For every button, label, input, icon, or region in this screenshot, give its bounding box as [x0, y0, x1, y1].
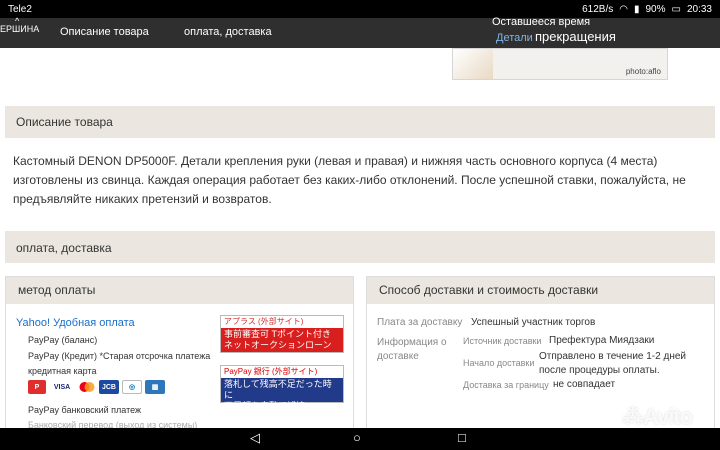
- wifi-icon: ◠: [619, 3, 628, 15]
- card-logos: P VISA JCB ◎ ▦: [28, 380, 165, 394]
- network-speed: 612B/s: [582, 3, 614, 15]
- shipping-fee-value: Успешный участник торгов: [471, 317, 596, 328]
- delivery-info-label: Информация о доставке: [377, 337, 447, 362]
- mastercard-icon: [78, 380, 96, 394]
- avito-logo-icon: ⁂: [622, 404, 644, 429]
- banner-line: ネットオークションローン: [224, 340, 332, 350]
- section-header-description: Описание товара: [5, 106, 715, 138]
- nav-item-payment-delivery[interactable]: оплата, доставка: [184, 26, 272, 38]
- jcb-card-icon: JCB: [99, 380, 119, 394]
- battery-icon: ▭: [671, 3, 681, 15]
- shipping-start-label: Начало доставки: [463, 358, 535, 368]
- avito-watermark-text: Avito: [643, 404, 693, 429]
- shipping-source-value: Префектура Миядзаки: [549, 335, 655, 346]
- amex-card-icon: ▦: [145, 380, 165, 394]
- photo-image: [453, 49, 493, 79]
- photo-brand: photo:aflo: [625, 67, 661, 76]
- shipping-start-value: Отправлено в течение 1-2 дней после проц…: [539, 351, 686, 376]
- back-icon[interactable]: ◁: [250, 430, 260, 446]
- banner-line: 落札して残高不足だった時に: [224, 379, 332, 400]
- banner-header: アプラス (外部サイト): [224, 317, 304, 326]
- diners-card-icon: ◎: [122, 380, 142, 394]
- yahoo-payment-link[interactable]: Yahoo! Удобная оплата: [16, 317, 135, 329]
- product-description: Кастомный DENON DP5000F. Детали креплени…: [13, 154, 686, 206]
- international-shipping-value: не совпадает: [553, 379, 616, 390]
- banner-body: 落札して残高不足だった時に 不足額を自動で補填: [221, 378, 343, 411]
- recents-icon[interactable]: □: [458, 430, 466, 445]
- banner-line: 不足額を自動で補填: [224, 401, 306, 411]
- payment-method: PayPay (баланс): [28, 335, 98, 345]
- shipping-fee-label: Плата за доставку: [377, 317, 463, 328]
- clock: 20:33: [686, 3, 712, 15]
- status-right: 612B/s ◠ ▮ 90% ▭ 20:33: [582, 4, 712, 15]
- carrier-label: Tele2: [8, 3, 32, 15]
- details-link[interactable]: Детали: [496, 32, 533, 44]
- home-circle-icon[interactable]: ○: [353, 430, 361, 445]
- chevron-up-icon: ^: [15, 16, 20, 26]
- visa-card-icon: VISA: [49, 380, 75, 394]
- banner-line: 事前審査可 Tポイント付き: [224, 329, 331, 339]
- signal-icon: ▮: [633, 3, 640, 15]
- home-label: ЕРШИНА: [0, 24, 40, 34]
- ending-label: прекращения: [535, 29, 616, 44]
- shipping-panel-title: Способ доставки и стоимость доставки: [367, 277, 714, 304]
- section-title: оплата, доставка: [16, 241, 112, 255]
- banner-body: 事前審査可 Tポイント付き ネットオークションローン: [221, 328, 343, 352]
- status-bar: Tele2 612B/s ◠ ▮ 90% ▭ 20:33: [0, 0, 720, 18]
- top-navigation: ^ ЕРШИНА Описание товара оплата, доставк…: [0, 16, 720, 48]
- banner-header: PayPay 銀行 (外部サイト): [224, 367, 318, 376]
- nav-item-description[interactable]: Описание товара: [60, 26, 149, 38]
- paypay-bank-banner[interactable]: PayPay 銀行 (外部サイト) 落札して残高不足だった時に 不足額を自動で補…: [220, 365, 344, 411]
- avito-watermark: ⁂Avito: [622, 404, 693, 430]
- android-navigation-bar: ◁ ○ □: [0, 428, 720, 450]
- paypay-card-icon: P: [28, 380, 46, 394]
- payment-method: кредитная карта: [28, 366, 97, 376]
- section-header-payment-delivery: оплата, доставка: [5, 231, 715, 263]
- home-button[interactable]: ^ ЕРШИНА: [0, 16, 40, 48]
- payment-method: PayPay (Кредит) *Старая отсрочка платежа: [28, 351, 211, 361]
- payment-panel: метод оплаты Yahoo! Удобная оплата PayPa…: [5, 276, 354, 450]
- product-photo[interactable]: photo:aflo: [452, 48, 668, 80]
- payment-method: PayPay банковский платеж: [28, 405, 142, 415]
- battery-level: 90%: [645, 3, 666, 15]
- international-shipping-label: Доставка за границу: [463, 380, 549, 390]
- section-title: Описание товара: [16, 115, 113, 129]
- remaining-time-label: Оставшееся время: [492, 16, 591, 28]
- shipping-source-label: Источник доставки: [463, 336, 542, 346]
- aplus-loan-banner[interactable]: アプラス (外部サイト) 事前審査可 Tポイント付き ネットオークションローン: [220, 315, 344, 353]
- payment-panel-title: метод оплаты: [6, 277, 353, 304]
